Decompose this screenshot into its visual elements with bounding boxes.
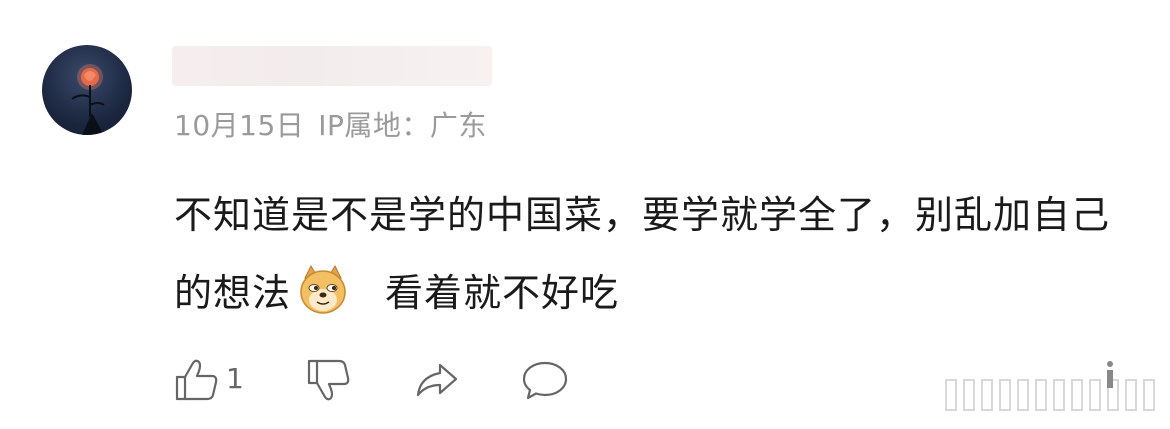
- comment-meta: 10月15日 IP属地：广东: [174, 104, 487, 144]
- share-button[interactable]: [412, 355, 462, 405]
- comment-text-tail: 看着就不好吃: [385, 271, 620, 315]
- ip-location: IP属地：广东: [318, 109, 487, 142]
- like-button[interactable]: 1: [172, 355, 244, 405]
- watermark: [945, 361, 1155, 411]
- thumbs-up-icon: [175, 359, 218, 401]
- doge-emoji: [300, 264, 346, 314]
- reply-button[interactable]: [520, 355, 570, 405]
- like-count: 1: [226, 361, 244, 395]
- share-icon: [416, 363, 458, 397]
- avatar[interactable]: [42, 45, 132, 135]
- comment-date: 10月15日: [174, 109, 305, 142]
- comment-item: 10月15日 IP属地：广东 不知道是不是学的中国菜，要学就学全了，别乱加自己的想…: [0, 0, 1170, 429]
- username-redacted: [172, 46, 492, 86]
- dislike-button[interactable]: [304, 355, 354, 405]
- comment-icon: [522, 361, 568, 400]
- thumbs-down-icon: [307, 359, 350, 401]
- rose-avatar-image: [71, 64, 105, 135]
- comment-text: 不知道是不是学的中国菜，要学就学全了，别乱加自己的想法 看着就不好吃: [174, 176, 1114, 332]
